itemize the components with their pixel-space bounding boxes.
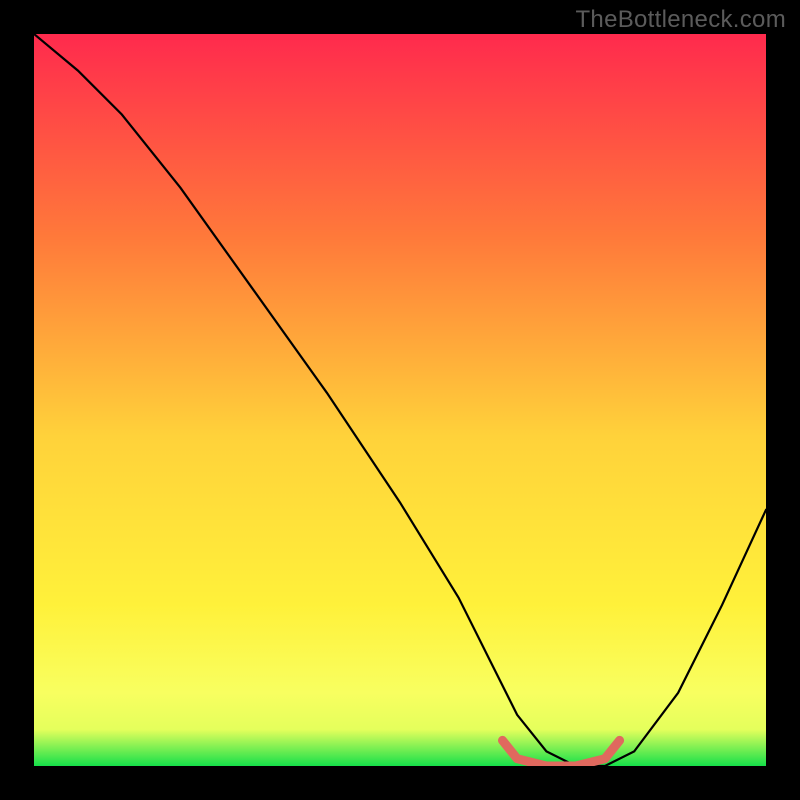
watermark-text: TheBottleneck.com	[575, 6, 786, 34]
gradient-bg	[34, 34, 766, 766]
chart-area	[34, 34, 766, 766]
bottleneck-chart	[34, 34, 766, 766]
